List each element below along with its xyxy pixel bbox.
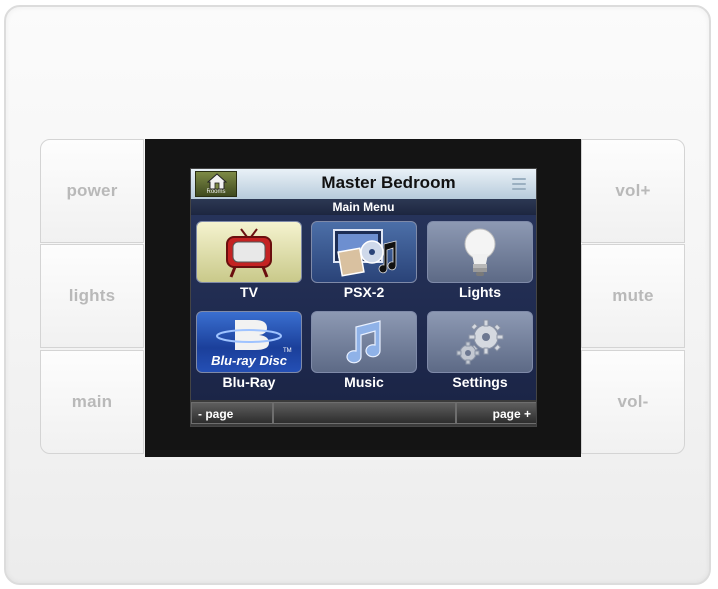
lightbulb-icon — [427, 221, 533, 283]
grip-icon — [512, 175, 526, 193]
menu-grid: TV PSX-2 Lights TM Blu-ray Disc Blu-Ray … — [191, 215, 536, 400]
tile-tv-label: TV — [240, 284, 258, 300]
tile-settings[interactable]: Settings — [424, 307, 536, 395]
tile-blu-ray[interactable]: TM Blu-ray Disc Blu-Ray — [193, 307, 305, 395]
tile-settings-label: Settings — [452, 374, 508, 390]
footer-spacer — [273, 402, 456, 424]
tile-psx-2-label: PSX-2 — [343, 284, 385, 300]
tile-blu-ray-label: Blu-Ray — [222, 374, 276, 390]
gears-icon — [427, 311, 533, 373]
tile-music-label: Music — [344, 374, 384, 390]
tile-tv[interactable]: TV — [193, 217, 305, 305]
tile-psx-2[interactable]: PSX-2 — [308, 217, 420, 305]
tv-icon — [196, 221, 302, 283]
rooms-button[interactable]: Rooms — [195, 171, 237, 197]
media-icon — [311, 221, 417, 283]
touch-screen: Rooms Master Bedroom Main Menu TV PSX-2 … — [190, 168, 537, 427]
volume-up-button[interactable]: vol+ — [581, 139, 685, 243]
screen-footer: - page page + — [191, 400, 536, 426]
power-button[interactable]: power — [40, 139, 144, 243]
screen-header: Rooms Master Bedroom — [191, 169, 536, 199]
mute-button[interactable]: mute — [581, 244, 685, 348]
main-button[interactable]: main — [40, 350, 144, 454]
menu-title: Main Menu — [191, 199, 536, 215]
tile-lights-label: Lights — [459, 284, 501, 300]
rooms-label: Rooms — [206, 189, 226, 195]
bluray-disc-icon: TM Blu-ray Disc — [196, 311, 302, 373]
svg-text:Blu-ray Disc: Blu-ray Disc — [211, 353, 288, 368]
room-title: Master Bedroom — [321, 173, 456, 192]
music-note-icon — [311, 311, 417, 373]
next-page-button[interactable]: page + — [456, 402, 536, 424]
tile-music[interactable]: Music — [308, 307, 420, 395]
previous-page-button[interactable]: - page — [191, 402, 273, 424]
volume-down-button[interactable]: vol- — [581, 350, 685, 454]
house-icon — [207, 173, 227, 190]
tile-lights[interactable]: Lights — [424, 217, 536, 305]
lights-button[interactable]: lights — [40, 244, 144, 348]
